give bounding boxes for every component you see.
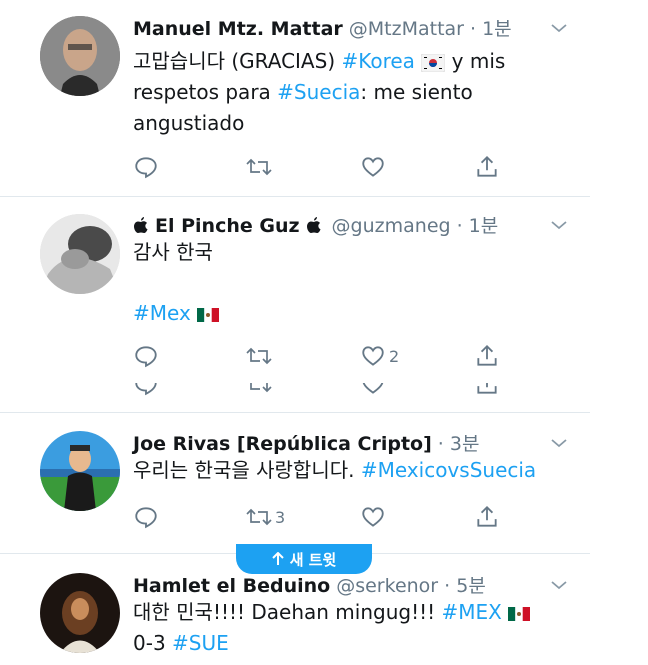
like-icon [362, 507, 384, 527]
chevron-down-icon[interactable] [550, 219, 568, 231]
chevron-down-icon[interactable] [550, 22, 568, 34]
avatar[interactable] [40, 431, 120, 511]
tweet-header: El Pinche Guz @guzmaneg · 1분 [133, 211, 498, 238]
text-segment: 0-3 [133, 631, 173, 655]
avatar-image [40, 573, 120, 653]
text-segment: : me siento [360, 80, 473, 104]
hashtag-link[interactable]: #Mex [133, 301, 191, 325]
share-button[interactable] [474, 502, 500, 532]
retweet-icon [246, 158, 272, 176]
avatar[interactable] [40, 214, 120, 294]
handle-time[interactable]: @MtzMattar · 1분 [349, 14, 512, 41]
tweet-3[interactable]: Joe Rivas [República Cripto] · 3분 우리는 한국… [0, 413, 590, 553]
handle-time[interactable]: · 3분 [438, 429, 480, 456]
like-button[interactable] [360, 502, 386, 532]
share-button[interactable] [474, 341, 500, 371]
apple-icon [306, 216, 321, 233]
display-name[interactable]: Joe Rivas [República Cripto] [133, 433, 432, 455]
avatar-image [40, 214, 120, 294]
korea-flag-icon [421, 53, 446, 72]
text-segment: 고맙습니다 (GRACIAS) [133, 49, 342, 73]
reply-button[interactable] [133, 502, 159, 532]
tweet-2[interactable]: El Pinche Guz @guzmaneg · 1분 감사 한국 #Mex … [0, 197, 590, 382]
like-button[interactable]: 2 [360, 341, 399, 371]
display-name[interactable]: Hamlet el Beduino [133, 575, 330, 597]
chevron-down-icon[interactable] [550, 579, 568, 591]
tweet-header: Hamlet el Beduino @serkenor · 5분 [133, 571, 486, 598]
tweet-actions: 2 [133, 341, 513, 371]
text-segment: angustiado [133, 111, 245, 135]
tweet-text: 고맙습니다 (GRACIAS) #Korea y mis respetos pa… [133, 46, 563, 139]
tweet-text: 우리는 한국을 사랑합니다. #MexicovsSuecia [133, 455, 583, 486]
share-icon [477, 344, 497, 366]
avatar[interactable] [40, 16, 120, 96]
reply-icon [135, 507, 157, 529]
share-icon [477, 155, 497, 177]
text-segment: 감사 한국 [133, 240, 213, 264]
tweet-text: 대한 민국!!!! Daehan mingug!!! #MEX 0-3 #SUE [133, 597, 563, 659]
text-segment: respetos para [133, 80, 278, 104]
clipped-actions-row [133, 383, 513, 397]
avatar-image [40, 431, 120, 511]
text-segment: 우리는 한국을 사랑합니다. [133, 458, 361, 482]
hashtag-link[interactable]: #Suecia [277, 80, 360, 104]
share-icon [477, 505, 497, 527]
like-icon [362, 157, 384, 177]
mexico-flag-icon [197, 307, 220, 322]
display-name[interactable]: El Pinche Guz [155, 215, 300, 237]
reply-button[interactable] [133, 341, 159, 371]
reply-icon [135, 157, 157, 179]
share-button[interactable] [474, 152, 500, 182]
hashtag-link[interactable]: #MexicovsSuecia [361, 458, 536, 482]
hashtag-link[interactable]: #MEX [442, 600, 502, 624]
tweet-4[interactable]: Hamlet el Beduino @serkenor · 5분 대한 민국!!… [0, 554, 590, 665]
retweet-icon [250, 383, 272, 393]
tweet-header: Manuel Mtz. Mattar @MtzMattar · 1분 [133, 14, 512, 41]
retweet-button[interactable] [245, 341, 273, 371]
mexico-flag-icon [508, 606, 531, 621]
retweet-icon [246, 347, 272, 365]
text-segment: y mis [445, 49, 506, 73]
retweet-icon [246, 508, 272, 526]
tweet-1[interactable]: Manuel Mtz. Mattar @MtzMattar · 1분 고맙습니다… [0, 0, 590, 195]
reply-icon [135, 346, 157, 368]
tweet-text: 감사 한국 #Mex [133, 237, 563, 329]
reply-button[interactable] [133, 152, 159, 182]
hashtag-link[interactable]: #SUE [172, 631, 229, 655]
display-name[interactable]: Manuel Mtz. Mattar [133, 18, 343, 40]
hashtag-link[interactable]: #Korea [341, 49, 414, 73]
reply-icon [135, 383, 157, 396]
like-icon [362, 383, 384, 394]
handle-time[interactable]: @guzmaneg · 1분 [332, 211, 499, 238]
like-count: 2 [389, 346, 400, 366]
tweet-actions [133, 152, 513, 182]
text-segment: 대한 민국!!!! Daehan mingug!!! [133, 600, 442, 624]
avatar-image [40, 16, 120, 96]
like-icon [362, 346, 384, 366]
retweet-button[interactable] [245, 152, 273, 182]
apple-icon [134, 216, 148, 233]
like-button[interactable] [360, 152, 386, 182]
avatar[interactable] [40, 573, 120, 653]
retweet-count: 3 [275, 507, 286, 527]
retweet-button[interactable]: 3 [245, 502, 285, 532]
tweet-actions: 3 [133, 502, 513, 532]
share-icon [477, 383, 497, 394]
handle-time[interactable]: @serkenor · 5분 [336, 571, 486, 598]
tweet-header: Joe Rivas [República Cripto] · 3분 [133, 429, 479, 456]
chevron-down-icon[interactable] [550, 437, 568, 449]
